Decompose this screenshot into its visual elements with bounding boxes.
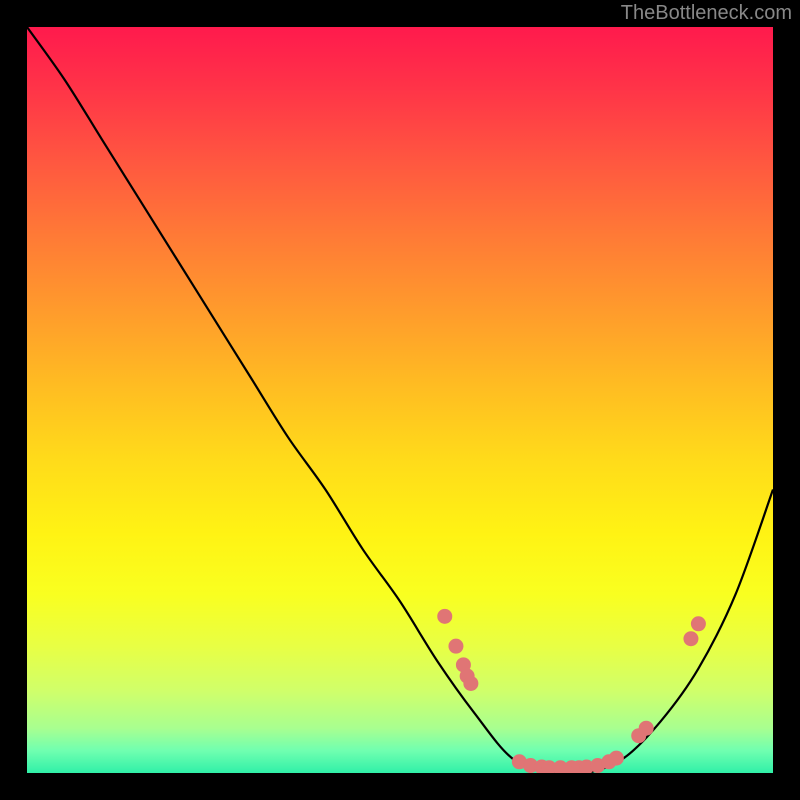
data-point (683, 631, 698, 646)
data-point (609, 751, 624, 766)
chart-plot-area (27, 27, 773, 773)
data-point (463, 676, 478, 691)
data-point (639, 721, 654, 736)
watermark-text: TheBottleneck.com (621, 2, 792, 25)
data-points (27, 27, 773, 773)
data-point (437, 609, 452, 624)
data-point (448, 639, 463, 654)
data-point (691, 616, 706, 631)
